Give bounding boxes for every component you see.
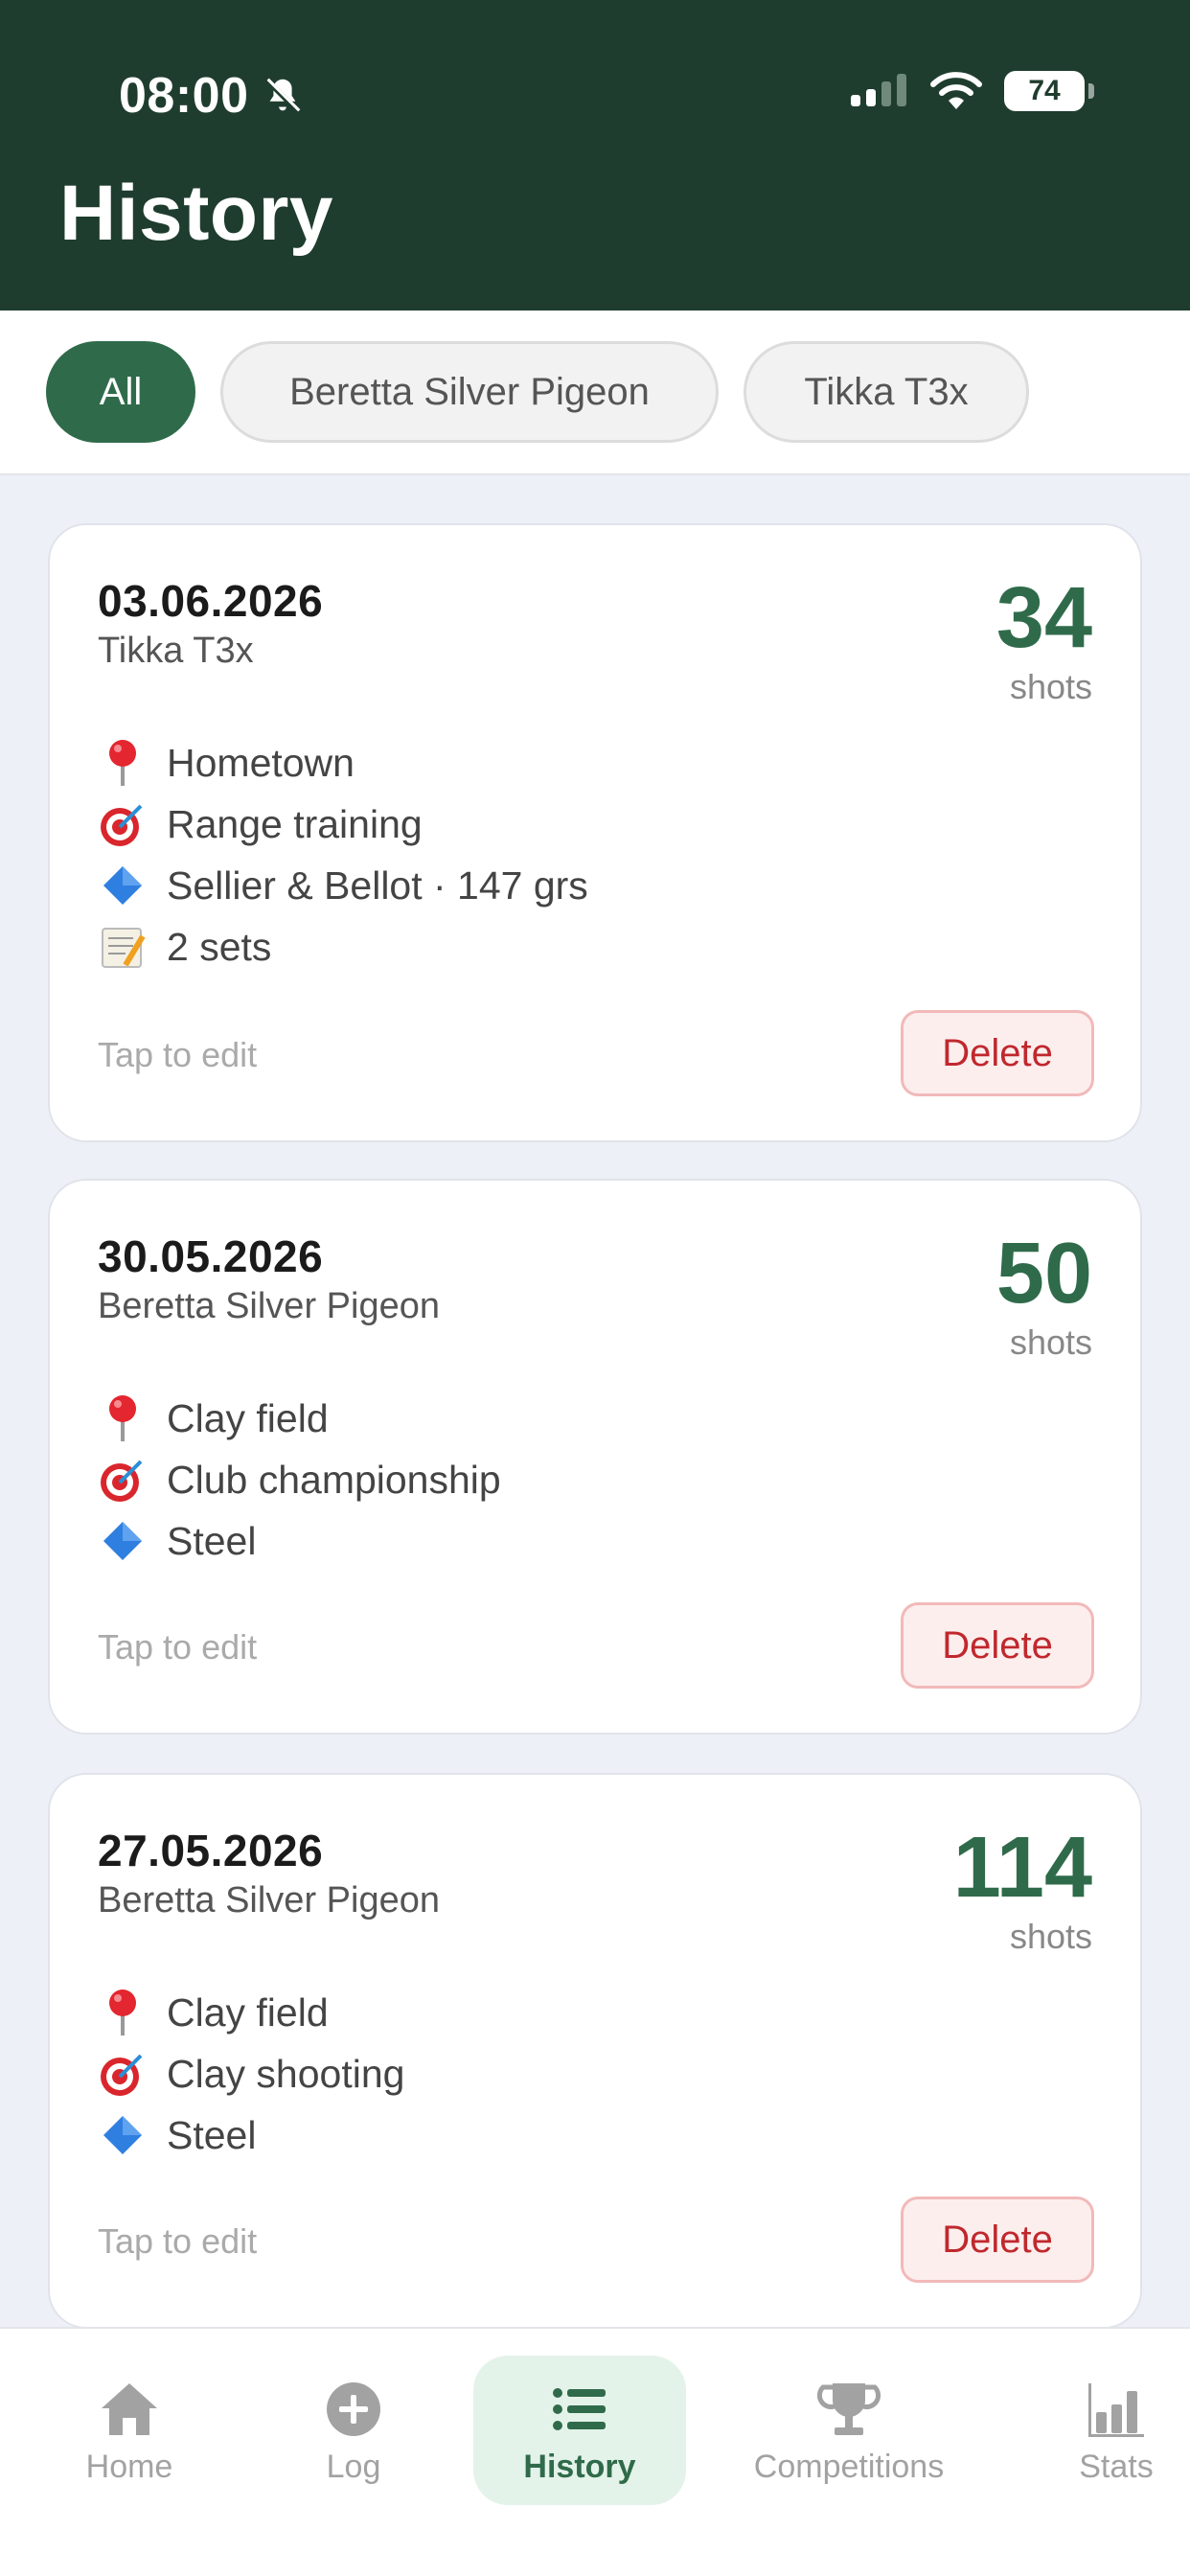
session-card[interactable]: 30.05.2026 Beretta Silver Pigeon 50 shot… (48, 1179, 1142, 1735)
nav-stats-label: Stats (1079, 2448, 1154, 2485)
home-icon (102, 2382, 157, 2435)
detail-session-type: Clay shooting (98, 2043, 404, 2104)
nav-history[interactable]: History (473, 2356, 686, 2505)
detail-session-type: Club championship (98, 1449, 501, 1510)
shots-count: 50 shots (996, 1230, 1092, 1363)
pin-icon (98, 738, 148, 788)
status-time-text: 08:00 (119, 68, 249, 124)
session-gun: Tikka T3x (98, 631, 254, 671)
session-details: Hometown Range training Sellier & Bellot… (98, 732, 588, 978)
battery-level: 74 (1028, 75, 1061, 106)
tap-to-edit-hint: Tap to edit (98, 1627, 258, 1667)
session-date: 27.05.2026 (98, 1826, 324, 1875)
shots-count: 34 shots (996, 575, 1092, 707)
shots-label: shots (1009, 1917, 1092, 1956)
session-details: Clay field Club championship Steel (98, 1388, 501, 1572)
detail-location: Clay field (98, 1388, 501, 1449)
detail-location: Clay field (98, 1982, 404, 2043)
nav-competitions[interactable]: Competitions (738, 2356, 960, 2505)
status-time: 08:00 (119, 67, 305, 125)
shots-label: shots (1009, 667, 1092, 706)
blue-diamond-icon (98, 861, 148, 910)
shots-number: 50 (995, 1226, 1092, 1322)
nav-stats[interactable]: Stats (1044, 2356, 1188, 2505)
detail-ammo: Steel (98, 1510, 501, 1572)
detail-ammo: Steel (98, 2104, 404, 2166)
history-screen: 08:00 74 History All Beretta Silver Pige… (0, 0, 1190, 2576)
detail-session-type: Range training (98, 794, 588, 855)
blue-diamond-icon (98, 2110, 148, 2160)
nav-log[interactable]: Log (282, 2356, 425, 2505)
nav-home[interactable]: Home (57, 2356, 201, 2505)
session-date: 03.06.2026 (98, 576, 324, 626)
status-indicators: 74 (849, 71, 1094, 111)
session-card[interactable]: 27.05.2026 Beretta Silver Pigeon 114 sho… (48, 1773, 1142, 2329)
detail-location: Hometown (98, 732, 588, 794)
pin-icon (98, 1988, 148, 2037)
target-icon (98, 1455, 148, 1505)
nav-home-label: Home (85, 2448, 173, 2485)
battery-indicator: 74 (1004, 71, 1094, 111)
list-icon (553, 2387, 606, 2430)
plus-circle-icon (327, 2381, 380, 2436)
tap-to-edit-hint: Tap to edit (98, 1035, 258, 1074)
session-details: Clay field Clay shooting Steel (98, 1982, 404, 2166)
shots-label: shots (1009, 1322, 1092, 1362)
target-icon (98, 2049, 148, 2099)
tap-to-edit-hint: Tap to edit (98, 2221, 258, 2261)
page-title: History (59, 170, 334, 257)
filter-bar: All Beretta Silver Pigeon Tikka T3x (0, 310, 1190, 475)
header: 08:00 74 History (0, 0, 1190, 310)
filter-chip-tikka-t3x[interactable]: Tikka T3x (744, 341, 1029, 443)
shots-number: 114 (952, 1820, 1092, 1916)
bar-chart-icon (1088, 2382, 1144, 2437)
detail-sets: 2 sets (98, 916, 588, 978)
session-date: 30.05.2026 (98, 1231, 324, 1281)
shots-number: 34 (995, 570, 1092, 666)
nav-log-label: Log (326, 2448, 381, 2485)
filter-chip-all[interactable]: All (46, 341, 195, 443)
blue-diamond-icon (98, 1516, 148, 1566)
session-gun: Beretta Silver Pigeon (98, 1880, 440, 1920)
nav-history-label: History (523, 2448, 636, 2485)
pin-icon (98, 1393, 148, 1443)
home-indicator (413, 2530, 777, 2542)
session-gun: Beretta Silver Pigeon (98, 1286, 440, 1326)
signal-icon (851, 74, 906, 106)
detail-ammo: Sellier & Bellot · 147 grs (98, 855, 588, 916)
session-card[interactable]: 03.06.2026 Tikka T3x 34 shots Hometown R… (48, 523, 1142, 1142)
wifi-icon (930, 72, 982, 109)
nav-competitions-label: Competitions (753, 2448, 945, 2485)
delete-button[interactable]: Delete (901, 1010, 1094, 1096)
filter-chip-beretta-silver-pigeon[interactable]: Beretta Silver Pigeon (220, 341, 719, 443)
trophy-icon (816, 2382, 881, 2435)
bell-muted-icon (263, 77, 301, 115)
shots-count: 114 shots (953, 1825, 1092, 1957)
target-icon (98, 799, 148, 849)
delete-button[interactable]: Delete (901, 2196, 1094, 2283)
delete-button[interactable]: Delete (901, 1602, 1094, 1689)
memo-icon (98, 922, 148, 972)
